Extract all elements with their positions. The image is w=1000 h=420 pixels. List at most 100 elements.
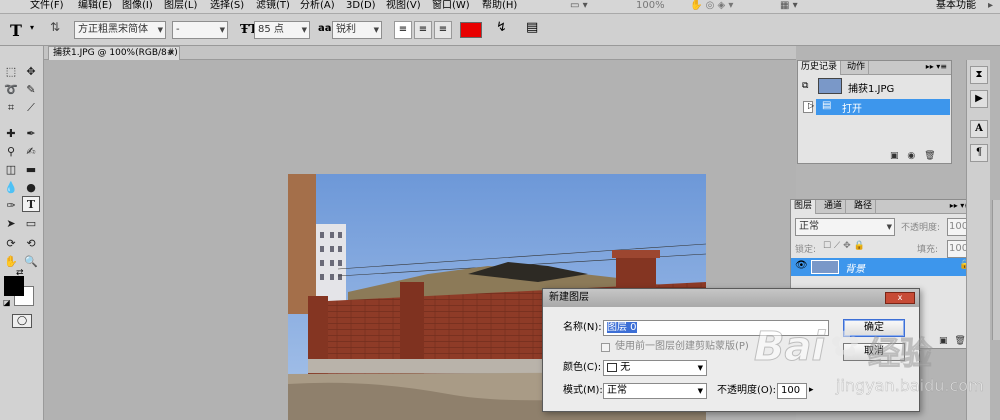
chevron-down-icon: ▼ xyxy=(157,26,163,34)
layer-name-field[interactable]: 图层 0 xyxy=(603,320,829,336)
gradient-tool-icon[interactable]: ▬ xyxy=(22,162,40,178)
align-right-button[interactable]: ≡ xyxy=(434,21,452,39)
document-tab-label: 捕获1.JPG @ 100%(RGB/8#) xyxy=(53,48,178,58)
zoom-readout[interactable]: 100% xyxy=(636,0,665,12)
new-layer-icon[interactable]: ▣ xyxy=(939,336,948,346)
move-tool-icon[interactable]: ✥ xyxy=(22,64,40,80)
tab-actions[interactable]: 动作 xyxy=(844,61,870,75)
default-colors-icon[interactable]: ◪ xyxy=(3,298,11,307)
menu-window[interactable]: 窗口(W) xyxy=(432,0,470,12)
panel-menu-icon[interactable]: ▸▸ ▾≡ xyxy=(926,62,947,71)
marquee-tool-icon[interactable]: ⬚ xyxy=(2,64,20,80)
quick-select-tool-icon[interactable]: ✎ xyxy=(22,82,40,98)
text-orientation-icon[interactable]: ⇅ xyxy=(50,20,60,34)
healing-tool-icon[interactable]: ✚ xyxy=(2,126,20,142)
antialias-icon: aa xyxy=(318,23,332,34)
paragraph-panel-icon[interactable]: ¶ xyxy=(970,144,988,162)
workspace-arrow-icon[interactable]: ▸ xyxy=(988,0,993,12)
brush-tool-icon[interactable]: ✒ xyxy=(22,126,40,142)
dodge-tool-icon[interactable]: ● xyxy=(22,180,40,196)
quick-mask-icon[interactable]: ◯ xyxy=(12,314,32,328)
menu-3d[interactable]: 3D(D) xyxy=(346,0,376,12)
layer-row-background[interactable]: 👁 背景 🔒 xyxy=(791,258,975,276)
new-document-from-state-icon[interactable]: ▣ xyxy=(890,151,899,161)
workspace-button[interactable]: 基本功能 xyxy=(936,0,976,12)
lock-icons[interactable]: ☐ ⟋ ✥ 🔒 xyxy=(823,241,865,251)
hand-icon[interactable]: ✋ ◎ ◈ ▾ xyxy=(690,0,733,12)
close-button[interactable]: x xyxy=(885,292,915,304)
align-left-button[interactable]: ≡ xyxy=(394,21,412,39)
cancel-button[interactable]: 取消 xyxy=(843,343,905,361)
font-family-select[interactable]: 方正粗黑宋简体 ▼ xyxy=(74,21,166,39)
character-panel-icon[interactable]: ▤ xyxy=(526,20,538,35)
snapshot-source-icon[interactable]: ⧉ xyxy=(802,81,812,93)
panel-scrollbar[interactable] xyxy=(992,200,1000,340)
color-label: 颜色(C): xyxy=(563,362,602,373)
tab-layers[interactable]: 图层 xyxy=(791,200,817,214)
3d-rotate-tool-icon[interactable]: ⟳ xyxy=(2,236,20,252)
menu-view[interactable]: 视图(V) xyxy=(386,0,421,12)
layer-name-value: 图层 0 xyxy=(607,322,637,333)
crop-tool-icon[interactable]: ⌗ xyxy=(2,100,20,116)
chevron-down-icon: ▼ xyxy=(373,26,379,34)
history-item-open[interactable]: ▤ 打开 xyxy=(816,99,950,115)
menu-filter[interactable]: 滤镜(T) xyxy=(256,0,290,12)
clip-mask-label: 使用前一图层创建剪贴蒙版(P) xyxy=(615,341,749,352)
menu-select[interactable]: 选择(S) xyxy=(210,0,244,12)
opacity-value: 100 xyxy=(781,385,801,396)
tab-channels[interactable]: 通道 xyxy=(821,200,847,214)
blur-tool-icon[interactable]: 💧 xyxy=(2,180,20,196)
snapshot-camera-icon[interactable]: ◉ xyxy=(907,151,915,161)
history-slider-icon[interactable]: ▷ xyxy=(808,101,814,110)
eyedropper-tool-icon[interactable]: ⟋ xyxy=(22,100,40,116)
align-center-button[interactable]: ≡ xyxy=(414,21,432,39)
lock-label: 锁定: xyxy=(795,245,817,255)
mode-select[interactable]: 正常 ▼ xyxy=(603,383,707,399)
character-panel-icon[interactable]: A xyxy=(970,120,988,138)
color-select[interactable]: 无 ▼ xyxy=(603,360,707,376)
antialias-select[interactable]: 锐利 ▼ xyxy=(332,21,382,39)
arrange-icon[interactable]: ▦ ▾ xyxy=(780,0,798,12)
eye-icon[interactable]: 👁 xyxy=(795,260,808,271)
opacity-slider-icon[interactable]: ▸ xyxy=(809,385,814,395)
cancel-label: 取消 xyxy=(864,346,884,357)
menu-file[interactable]: 文件(F) xyxy=(30,0,64,12)
text-tool-preset-icon[interactable]: T xyxy=(10,21,22,40)
document-tab[interactable]: 捕获1.JPG @ 100%(RGB/8#) × xyxy=(48,46,180,60)
stamp-tool-icon[interactable]: ⚲ xyxy=(2,144,20,160)
menu-layer[interactable]: 图层(L) xyxy=(164,0,197,12)
delete-icon[interactable]: 🗑 xyxy=(924,151,935,161)
warp-text-icon[interactable]: ↯ xyxy=(496,20,507,35)
ok-button[interactable]: 确定 xyxy=(843,319,905,337)
pen-tool-icon[interactable]: ✑ xyxy=(2,198,20,214)
eraser-tool-icon[interactable]: ◫ xyxy=(2,162,20,178)
font-style-select[interactable]: - ▼ xyxy=(172,21,228,39)
menu-image[interactable]: 图像(I) xyxy=(122,0,153,12)
menu-help[interactable]: 帮助(H) xyxy=(482,0,517,12)
close-icon[interactable]: × xyxy=(168,47,175,59)
shape-tool-icon[interactable]: ▭ xyxy=(22,216,40,232)
screen-mode-icon[interactable]: ▭ ▾ xyxy=(570,0,588,12)
lasso-tool-icon[interactable]: ➰ xyxy=(2,82,20,98)
history-panel-icon[interactable]: ⧗ xyxy=(970,66,988,84)
font-size-select[interactable]: 85 点 ▼ xyxy=(254,21,310,39)
history-brush-tool-icon[interactable]: ✍ xyxy=(22,144,40,160)
tab-paths[interactable]: 路径 xyxy=(851,200,877,214)
menu-analysis[interactable]: 分析(A) xyxy=(300,0,335,12)
actions-panel-icon[interactable]: ▶ xyxy=(970,90,988,108)
text-color-swatch[interactable] xyxy=(460,22,482,38)
menu-edit[interactable]: 编辑(E) xyxy=(78,0,112,12)
type-tool-icon[interactable]: T xyxy=(22,196,40,212)
tab-history[interactable]: 历史记录 xyxy=(798,61,842,75)
snapshot-label[interactable]: 捕获1.JPG xyxy=(848,80,894,95)
dialog-titlebar[interactable]: 新建图层 x xyxy=(543,289,919,307)
zoom-tool-icon[interactable]: 🔍 xyxy=(22,254,40,270)
clip-mask-checkbox[interactable] xyxy=(601,343,610,352)
3d-orbit-tool-icon[interactable]: ⟲ xyxy=(22,236,40,252)
opacity-field[interactable]: 100 xyxy=(777,383,807,399)
preset-dropdown-icon[interactable]: ▾ xyxy=(30,23,34,32)
path-select-tool-icon[interactable]: ➤ xyxy=(2,216,20,232)
blend-mode-select[interactable]: 正常 ▼ xyxy=(795,218,895,236)
delete-layer-icon[interactable]: 🗑 xyxy=(954,336,965,346)
align-right-icon: ≡ xyxy=(438,24,448,35)
